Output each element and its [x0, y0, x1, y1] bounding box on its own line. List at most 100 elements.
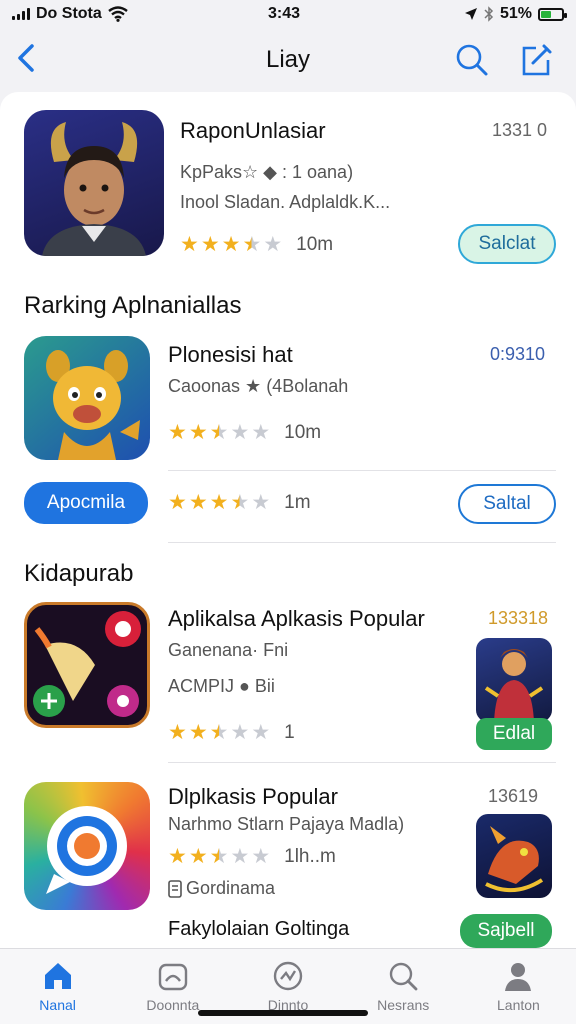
home-icon [44, 963, 71, 989]
rating-count: 10m [284, 421, 322, 443]
signal-icon [12, 8, 30, 20]
featured-app-icon[interactable] [24, 110, 164, 256]
search-icon[interactable] [452, 40, 492, 80]
apps-icon [273, 961, 303, 991]
star-filled-icon: ★ [168, 721, 187, 744]
star-filled-icon: ★ [180, 233, 199, 256]
hero-thumbnail-illustration [484, 649, 544, 722]
star-half-icon: ★ [209, 721, 229, 744]
compose-icon[interactable] [516, 40, 556, 80]
star-filled-icon: ★ [209, 491, 229, 514]
featured-app-rating: ★ ★ ★ ★ ★ 10m [180, 232, 333, 257]
tab-search-label: Nesrans [377, 997, 430, 1013]
popular-app-2-publisher: Gordinama [186, 878, 276, 898]
star-empty-icon: ★ [251, 421, 271, 444]
battery-icon [538, 7, 567, 21]
star-empty-icon: ★ [251, 491, 271, 514]
popular-app-1-rating: ★ ★ ★ ★ ★ 1 [168, 720, 295, 745]
star-empty-icon: ★ [251, 845, 271, 868]
star-filled-icon: ★ [221, 233, 241, 256]
featured-app-name: RaponUnlasiar [180, 118, 326, 143]
bluetooth-icon [484, 6, 494, 22]
star-filled-icon: ★ [188, 491, 208, 514]
home-indicator [198, 1010, 368, 1016]
featured-app-category: KpPaks☆ ◆ : 1 oana) [180, 162, 354, 182]
star-filled-icon: ★ [200, 233, 220, 256]
popular-app-2-icon[interactable] [24, 782, 150, 910]
star-empty-icon: ★ [263, 233, 283, 256]
nav-bar: Liay [0, 30, 576, 90]
popular-app-3-get-button[interactable]: Sajbell [460, 914, 552, 948]
star-empty-icon: ★ [230, 845, 250, 868]
popular-app-1-name: Aplikalsa Aplkasis Popular [168, 606, 425, 631]
popular-app-2-code: 13619 [488, 786, 539, 806]
popular-app-1-subtitle: ACMPIJ ● Bii [168, 676, 275, 696]
carrier-label: Do Stota [36, 5, 102, 22]
creature-illustration [46, 350, 140, 460]
divider [168, 542, 556, 543]
rating-count: 1m [284, 491, 311, 513]
dragon-thumbnail-illustration [485, 826, 544, 892]
profile-icon [505, 963, 532, 991]
rating-count: 10m [296, 233, 334, 255]
tab-games-label: Doonnta [146, 997, 200, 1013]
games-icon [158, 963, 187, 991]
tab-home-label: Nanal [39, 997, 76, 1013]
popular-app-1-category: Ganenana· Fni [168, 640, 289, 660]
popular-section-title: Kidapurab [24, 560, 134, 587]
wifi-icon [108, 6, 128, 22]
star-empty-icon: ★ [230, 721, 250, 744]
page-title: Liay [265, 46, 311, 73]
battery-fill [541, 10, 552, 18]
popular-app-2-rating: ★ ★ ★ ★ ★ 1lh..m [168, 844, 336, 869]
star-empty-icon: ★ [251, 721, 271, 744]
popular-app-1-code: 133318 [488, 608, 549, 628]
divider [168, 762, 556, 763]
featured-app-subtitle: Inool Sladan. Adplaldk.K... [180, 192, 391, 212]
popular-app-2-screenshot[interactable] [476, 814, 552, 898]
popular-app-1-icon[interactable] [24, 602, 150, 728]
ranking-app-code: 0:9310 [490, 344, 546, 364]
star-filled-icon: ★ [168, 491, 187, 514]
featured-get-button[interactable]: Salclat [458, 224, 556, 264]
star-half-icon: ★ [230, 491, 250, 514]
tab-profile-label: Lanton [497, 997, 540, 1013]
star-filled-icon: ★ [168, 845, 187, 868]
featured-app-code: 1331 0 [492, 120, 548, 140]
popular-app-3-name: Fakylolaian Goltinga [168, 918, 350, 940]
star-half-icon: ★ [209, 845, 229, 868]
clock: 3:43 [268, 5, 301, 22]
search-icon [390, 962, 418, 991]
star-filled-icon: ★ [168, 421, 187, 444]
rating-count: 1 [284, 721, 295, 743]
star-filled-icon: ★ [188, 421, 208, 444]
ranking-app-icon[interactable] [24, 336, 150, 460]
lens-logo-illustration [46, 806, 127, 894]
ranking-app-category: Caoonas ★ (4Bolanah [168, 376, 349, 396]
avatar-illustration [42, 122, 146, 256]
tab-home[interactable]: Nanal [0, 949, 115, 1024]
popular-app-2-subtitle: Gordinama [168, 878, 275, 899]
ranking-open-button[interactable]: Apocmila [24, 482, 148, 524]
back-chevron-icon[interactable] [10, 38, 46, 78]
popular-app-1-screenshot[interactable] [476, 638, 552, 722]
popular-app-1-get-button[interactable]: Edlal [476, 718, 552, 750]
divider [168, 470, 556, 471]
star-filled-icon: ★ [188, 845, 208, 868]
popular-app-2-category: Narhmo Stlarn Pajaya Madla) [168, 814, 405, 834]
star-empty-icon: ★ [230, 421, 250, 444]
star-filled-icon: ★ [188, 721, 208, 744]
tab-profile[interactable]: Lanton [461, 949, 576, 1024]
battery-percent: 51% [499, 5, 532, 22]
document-icon [168, 879, 182, 898]
star-half-icon: ★ [209, 421, 229, 444]
location-icon [464, 8, 477, 20]
ranking-get-button[interactable]: Saltal [458, 484, 556, 524]
ranking-row-rating: ★ ★ ★ ★ ★ 1m [168, 490, 311, 515]
puzzle-illustration [33, 611, 141, 717]
status-bar: Do Stota 3:43 51% [0, 0, 576, 28]
star-half-icon: ★ [242, 233, 262, 256]
store-content: RaponUnlasiar 1331 0 KpPaks☆ ◆ : 1 oana)… [0, 92, 576, 948]
rating-count: 1lh..m [284, 845, 336, 867]
ranking-app-rating: ★ ★ ★ ★ ★ 10m [168, 420, 321, 445]
